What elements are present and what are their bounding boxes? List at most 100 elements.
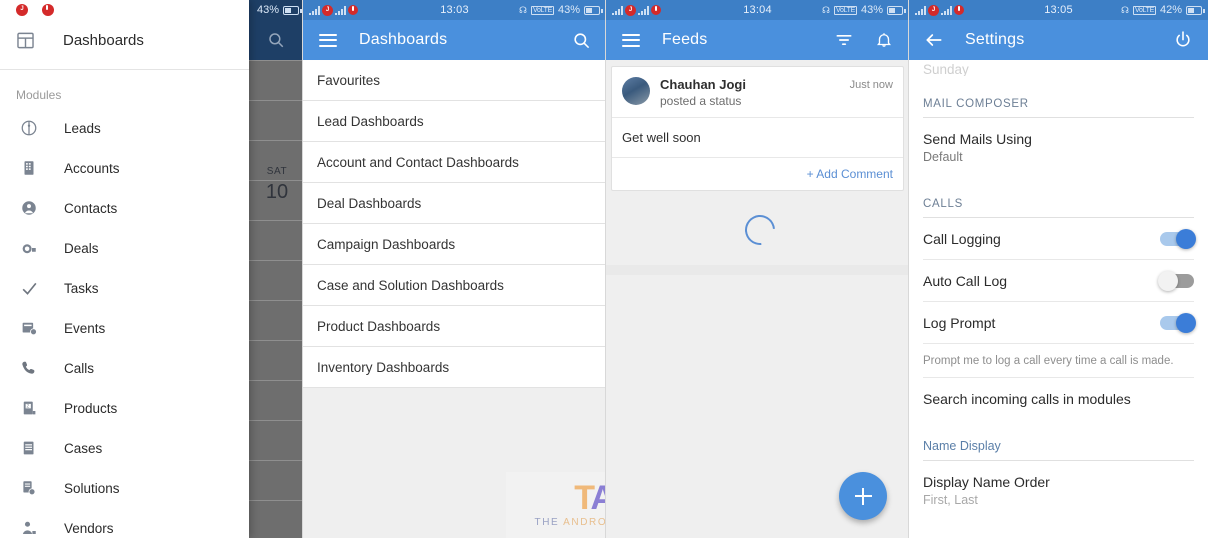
list-item[interactable]: Product Dashboards <box>303 306 606 347</box>
panel-separator-1 <box>302 0 303 538</box>
sidebar-item-contacts[interactable]: Contacts <box>0 188 249 228</box>
search-icon[interactable] <box>568 27 594 53</box>
feed-author-block: Chauhan Jogi posted a status <box>660 77 850 108</box>
sidebar-item-solutions[interactable]: Solutions <box>0 468 249 508</box>
tasks-check-icon <box>16 279 42 298</box>
setting-value: Default <box>923 150 963 164</box>
filter-icon[interactable] <box>831 27 857 53</box>
calendar-day: SAT 10 <box>256 166 298 204</box>
panel1-toolbar <box>249 20 303 60</box>
sidebar-item-label: Products <box>64 400 118 416</box>
page-title: Settings <box>965 31 1025 48</box>
vodafone-notification-icon <box>42 4 54 16</box>
screenshot-stage: SAT 10 43% J Dashboards Modules Leads Ac… <box>0 0 1208 538</box>
add-comment-button[interactable]: + Add Comment <box>807 167 893 181</box>
setting-search-incoming-calls[interactable]: Search incoming calls in modules <box>923 378 1194 419</box>
sidebar-item-products[interactable]: Z Products <box>0 388 249 428</box>
panel-settings: J 13:05 ☊ VoLTE 42% Settings Sunday MAIL… <box>909 0 1208 538</box>
products-icon: Z <box>16 399 42 417</box>
feed-card[interactable]: Chauhan Jogi posted a status Just now Ge… <box>611 66 904 191</box>
panel3-toolbar: Feeds <box>606 20 909 60</box>
list-item[interactable]: Deal Dashboards <box>303 183 606 224</box>
watermark-sub-1: THE <box>534 517 564 529</box>
list-item[interactable]: Campaign Dashboards <box>303 224 606 265</box>
page-title: Feeds <box>662 31 708 48</box>
jio-notification-icon: J <box>16 4 28 16</box>
sidebar-item-vendors[interactable]: Vendors <box>0 508 249 538</box>
feed-card-footer: + Add Comment <box>612 157 903 190</box>
hamburger-icon[interactable] <box>315 27 341 53</box>
calendar-day-name: SAT <box>266 166 288 177</box>
drawer-section-label: Modules <box>16 88 62 102</box>
sidebar-item-tasks[interactable]: Tasks <box>0 268 249 308</box>
avatar <box>622 77 650 105</box>
sidebar-item-label: Deals <box>64 240 99 256</box>
sidebar-item-label: Solutions <box>64 480 120 496</box>
sidebar-item-events[interactable]: Events <box>0 308 249 348</box>
panel-navigation-drawer: SAT 10 43% J Dashboards Modules Leads Ac… <box>0 0 303 538</box>
phone-icon <box>16 359 42 377</box>
panel2-toolbar: Dashboards <box>303 20 606 60</box>
list-item[interactable]: Case and Solution Dashboards <box>303 265 606 306</box>
back-arrow-icon[interactable] <box>921 27 947 53</box>
setting-value: First, Last <box>923 493 978 507</box>
sidebar-item-cases[interactable]: Cases <box>0 428 249 468</box>
sidebar-item-label: Contacts <box>64 200 118 216</box>
watermark-letter-a: A <box>590 478 607 517</box>
navigation-drawer: Dashboards Modules Leads Accounts Contac… <box>0 0 249 538</box>
battery-icon <box>283 5 302 15</box>
notification-icons: J <box>16 4 54 16</box>
status-time: 13:05 <box>1044 4 1073 16</box>
power-logout-icon[interactable] <box>1170 27 1196 53</box>
feed-divider-strip <box>606 265 909 275</box>
sidebar-item-leads[interactable]: Leads <box>0 108 249 148</box>
watermark-subtitle: THE ANDROID PORTAL <box>534 517 606 528</box>
setting-send-mails-using[interactable]: Send Mails Using Default <box>923 118 1194 176</box>
panel-separator-2 <box>605 0 606 538</box>
battery-percent: 43% <box>256 4 279 16</box>
list-item[interactable]: Lead Dashboards <box>303 101 606 142</box>
deals-icon <box>16 239 42 257</box>
search-icon[interactable] <box>263 27 289 53</box>
setting-call-logging[interactable]: Call Logging <box>923 218 1196 260</box>
list-item[interactable]: Favourites <box>303 60 606 101</box>
sidebar-item-calls[interactable]: Calls <box>0 348 249 388</box>
sidebar-item-deals[interactable]: Deals <box>0 228 249 268</box>
setting-auto-call-log[interactable]: Auto Call Log <box>923 260 1194 302</box>
loading-spinner <box>738 208 782 252</box>
auto-call-log-toggle[interactable] <box>1158 271 1194 291</box>
add-feed-fab[interactable] <box>839 472 887 520</box>
setting-display-name-order[interactable]: Display Name Order First, Last <box>923 461 1194 507</box>
notification-bell-icon[interactable] <box>871 27 897 53</box>
status-time: 13:04 <box>743 4 772 16</box>
sidebar-item-accounts[interactable]: Accounts <box>0 148 249 188</box>
setting-title: Send Mails Using <box>923 131 1032 147</box>
setting-title: Auto Call Log <box>923 273 1008 289</box>
settings-group-mail-composer: MAIL COMPOSER <box>923 76 1194 118</box>
settings-cut-off-text: Sunday <box>923 62 969 76</box>
accounts-icon <box>16 159 42 177</box>
list-item[interactable]: Account and Contact Dashboards <box>303 142 606 183</box>
svg-text:Z: Z <box>26 404 29 409</box>
page-title: Dashboards <box>359 31 448 48</box>
contacts-icon <box>16 199 42 217</box>
call-logging-toggle[interactable] <box>1160 229 1196 249</box>
panel1-statusbar: 43% <box>249 0 303 20</box>
setting-log-prompt[interactable]: Log Prompt <box>923 302 1196 344</box>
drawer-header[interactable]: Dashboards <box>0 12 249 70</box>
log-prompt-toggle[interactable] <box>1160 313 1196 333</box>
panel-separator-3 <box>908 0 909 538</box>
feed-action-text: posted a status <box>660 94 742 108</box>
log-prompt-hint: Prompt me to log a call every time a cal… <box>923 344 1194 378</box>
sidebar-item-label: Cases <box>64 440 103 456</box>
list-item[interactable]: Inventory Dashboards <box>303 347 606 388</box>
setting-title: Log Prompt <box>923 315 996 331</box>
status-time: 13:03 <box>440 4 469 16</box>
battery-icon <box>887 5 906 15</box>
setting-title: Search incoming calls in modules <box>923 391 1131 407</box>
feed-author-name: Chauhan Jogi <box>660 77 746 92</box>
panel4-toolbar: Settings <box>909 20 1208 60</box>
hamburger-icon[interactable] <box>618 27 644 53</box>
settings-group-calls: CALLS <box>923 176 1194 218</box>
panel2-statusbar: J 13:03 ☊ VoLTE 43% <box>303 0 606 20</box>
